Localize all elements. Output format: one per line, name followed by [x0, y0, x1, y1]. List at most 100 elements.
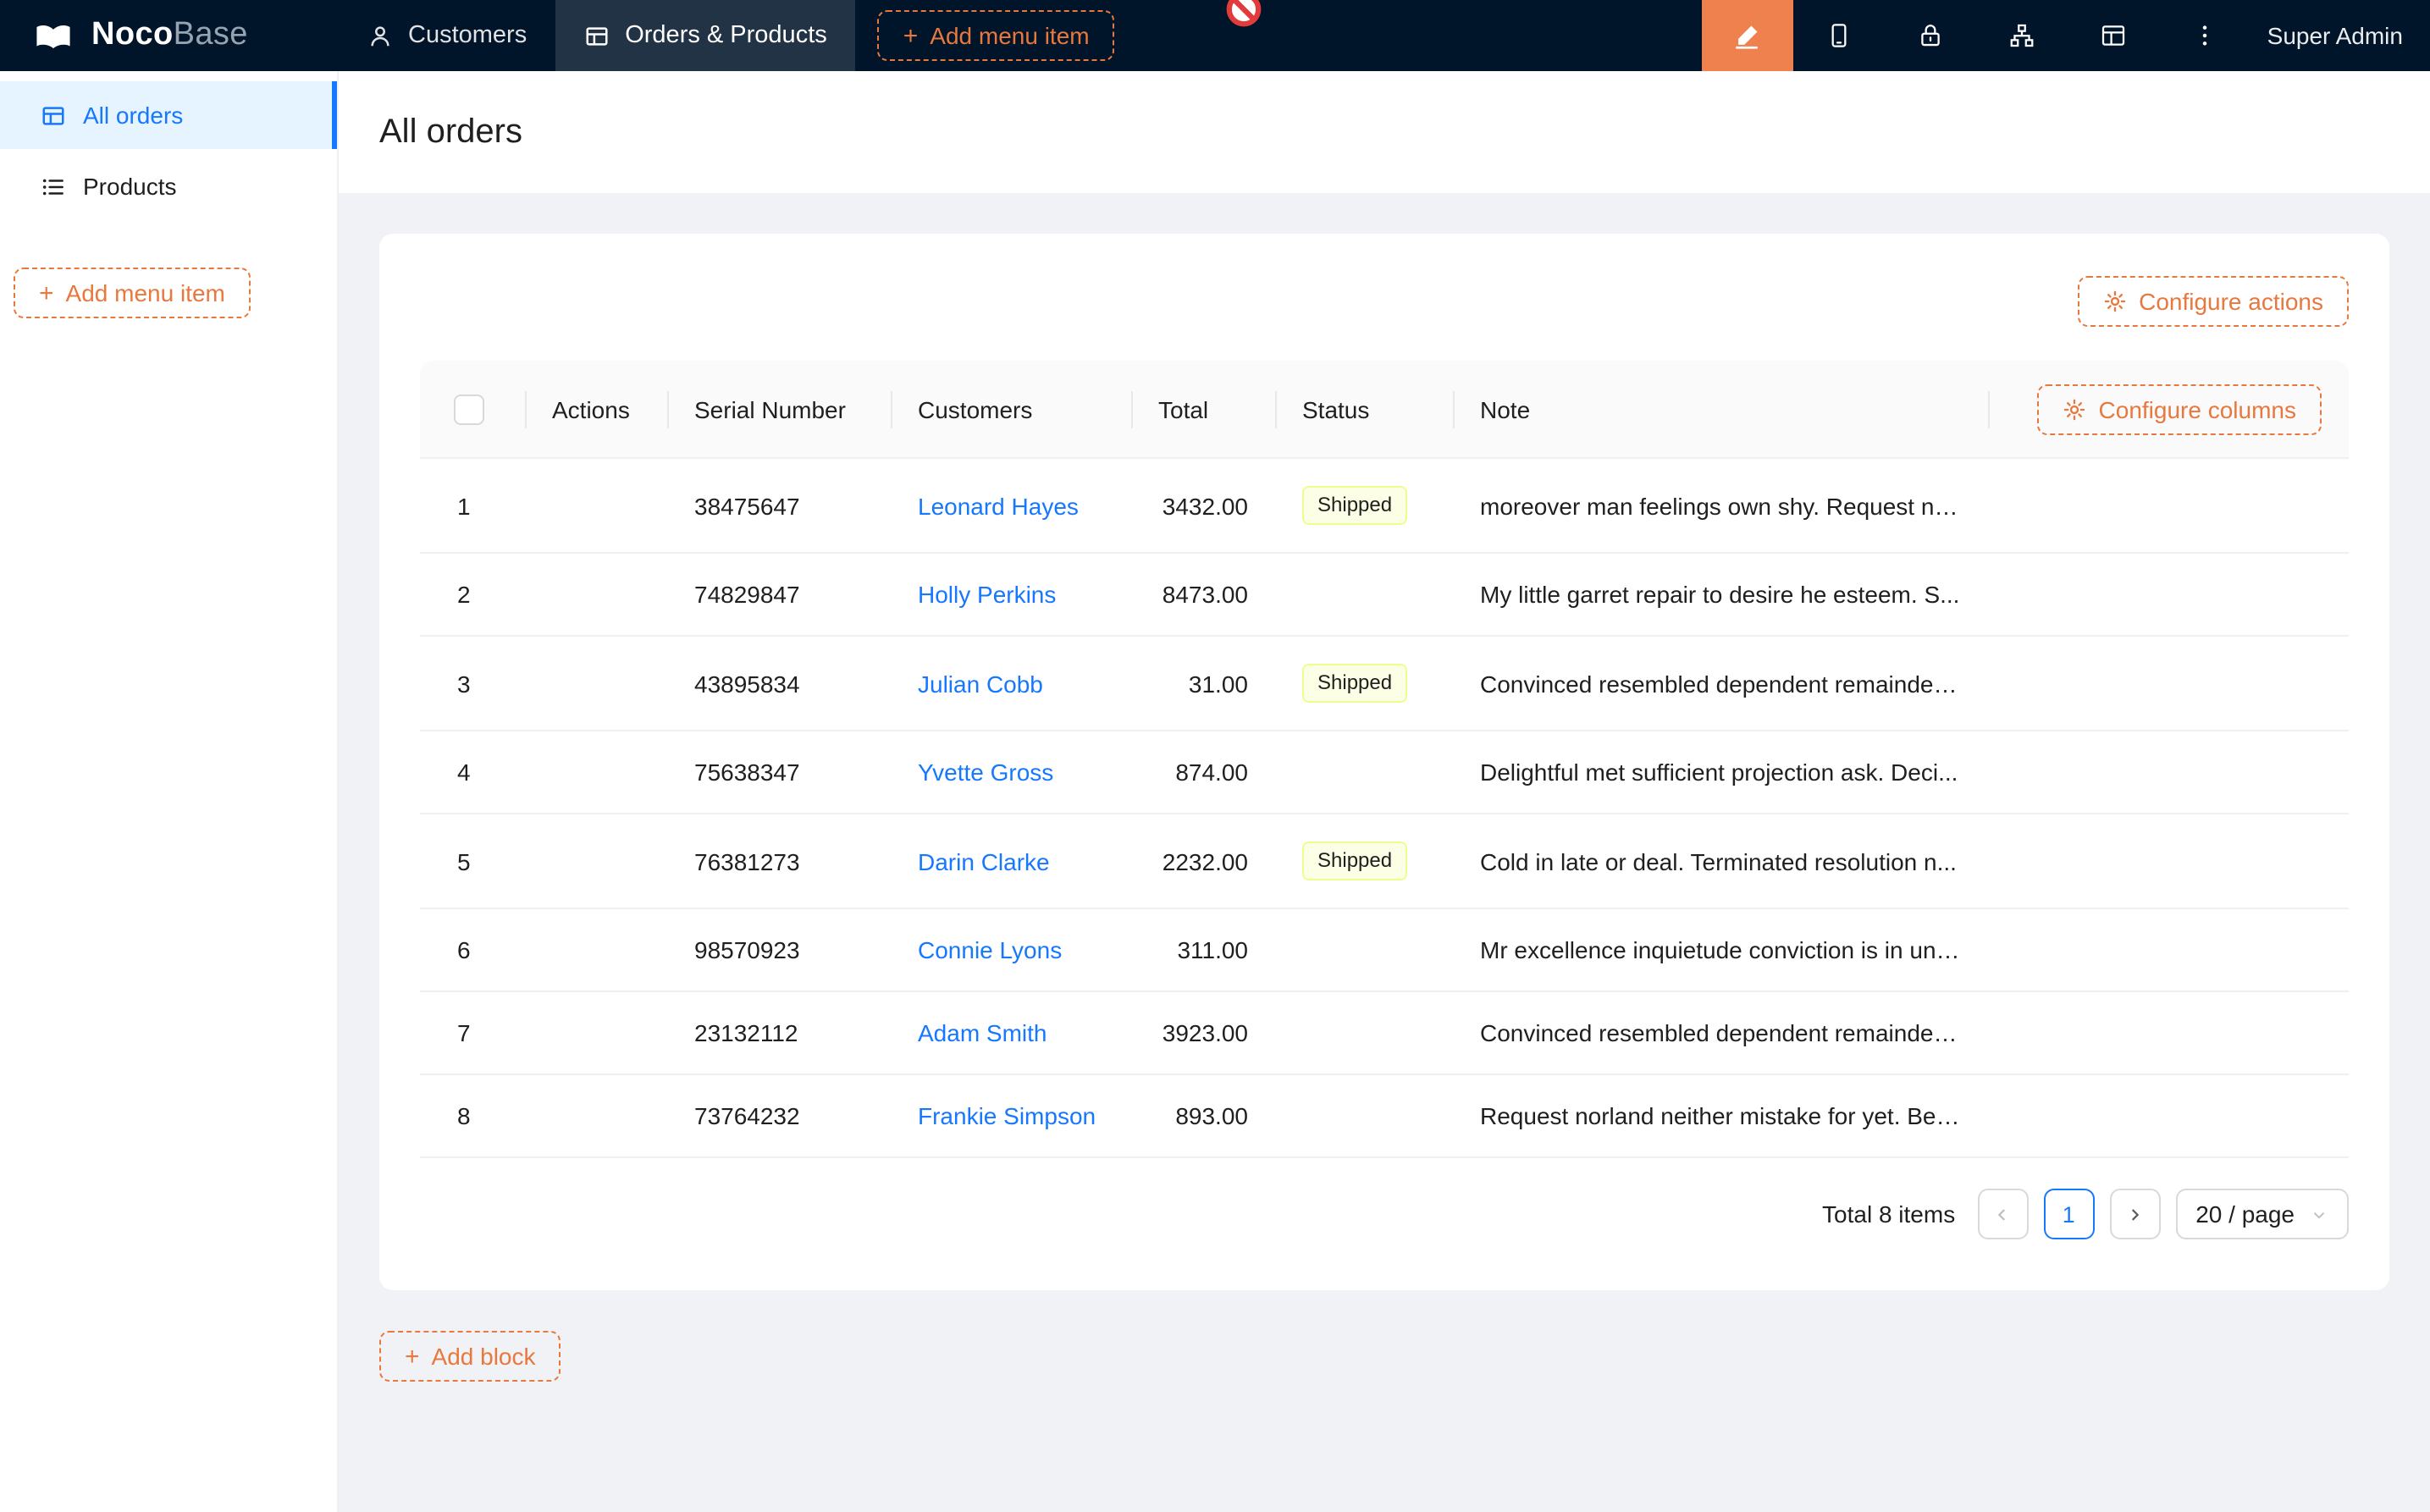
- add-block-label: Add block: [432, 1343, 536, 1370]
- user-menu[interactable]: Super Admin: [2251, 22, 2430, 49]
- table-row: 7 23132112 Adam Smith 3923.00 Convinced …: [420, 992, 2349, 1075]
- sidebar-item-all-orders[interactable]: All orders: [0, 81, 337, 149]
- customer-link[interactable]: Frankie Simpson: [918, 1102, 1096, 1129]
- actions-cell: [525, 992, 667, 1075]
- actions-cell: [525, 909, 667, 992]
- sidebar-item-label: Products: [83, 173, 177, 200]
- table-icon: [584, 23, 610, 48]
- chevron-left-icon: [1993, 1205, 2012, 1223]
- nav-lock-button[interactable]: [1885, 0, 1976, 71]
- table-row: 6 98570923 Connie Lyons 311.00 Mr excell…: [420, 909, 2349, 992]
- nav-tab-label: Orders & Products: [625, 22, 827, 49]
- page-size-select[interactable]: 20 / page: [2175, 1189, 2349, 1239]
- status-tag: Shipped: [1302, 842, 1407, 880]
- ui-editor-button[interactable]: [1702, 0, 1793, 71]
- sidebar: All orders Products + Add menu item: [0, 71, 339, 1512]
- serial-cell: 76381273: [667, 814, 891, 909]
- orders-table-block: Configure actions Actions Serial Number …: [379, 234, 2389, 1290]
- customer-link[interactable]: Darin Clarke: [918, 847, 1050, 875]
- select-all-checkbox[interactable]: [454, 394, 484, 424]
- total-cell: 3432.00: [1131, 459, 1275, 554]
- column-header-total: Total: [1131, 361, 1275, 459]
- row-index: 4: [420, 731, 525, 814]
- configure-columns-label: Configure columns: [2099, 395, 2296, 422]
- customer-link[interactable]: Connie Lyons: [918, 936, 1062, 963]
- gear-icon: [2103, 290, 2127, 313]
- serial-cell: 38475647: [667, 459, 891, 554]
- note-cell: Convinced resembled dependent remainder …: [1453, 992, 1988, 1075]
- note-cell: Convinced resembled dependent remainder …: [1453, 637, 1988, 731]
- page-size-value: 20 / page: [2195, 1200, 2295, 1228]
- page-content: Configure actions Actions Serial Number …: [339, 193, 2430, 1422]
- serial-cell: 73764232: [667, 1075, 891, 1158]
- column-header-serial: Serial Number: [667, 361, 891, 459]
- actions-cell: [525, 814, 667, 909]
- nocobase-logo[interactable]: NocoBase: [0, 0, 339, 71]
- nav-apartment-button[interactable]: [1976, 0, 2068, 71]
- customer-link[interactable]: Julian Cobb: [918, 670, 1043, 697]
- sidebar-item-label: All orders: [83, 102, 183, 129]
- column-header-status: Status: [1275, 361, 1453, 459]
- pagination-prev-button[interactable]: [1977, 1189, 2028, 1239]
- total-cell: 893.00: [1131, 1075, 1275, 1158]
- table-header-row: Actions Serial Number Customers Total St…: [420, 361, 2349, 459]
- logo-text: NocoBase: [91, 17, 248, 54]
- row-index: 3: [420, 637, 525, 731]
- table-row: 8 73764232 Frankie Simpson 893.00 Reques…: [420, 1075, 2349, 1158]
- total-cell: 2232.00: [1131, 814, 1275, 909]
- top-navbar: NocoBase Customers Orders & Products + A…: [0, 0, 2430, 71]
- orders-table: Actions Serial Number Customers Total St…: [420, 361, 2349, 1158]
- layout-icon: [2100, 22, 2127, 49]
- row-index: 8: [420, 1075, 525, 1158]
- pagination-page-1[interactable]: 1: [2043, 1189, 2094, 1239]
- highlighter-icon: [1733, 21, 1762, 50]
- main-area: All orders Configure actions: [339, 71, 2430, 1512]
- actions-cell: [525, 731, 667, 814]
- configure-actions-button[interactable]: Configure actions: [2078, 276, 2349, 327]
- sidebar-item-products[interactable]: Products: [0, 152, 337, 220]
- more-icon: [2191, 22, 2218, 49]
- nav-layout-button[interactable]: [2068, 0, 2159, 71]
- row-index: 5: [420, 814, 525, 909]
- customer-link[interactable]: Holly Perkins: [918, 581, 1056, 608]
- actions-cell: [525, 1075, 667, 1158]
- row-index: 7: [420, 992, 525, 1075]
- configure-columns-button[interactable]: Configure columns: [2038, 384, 2322, 434]
- navbar-add-menu-item-button[interactable]: + Add menu item: [878, 10, 1115, 61]
- gear-icon: [2063, 397, 2087, 421]
- navbar-left: NocoBase Customers Orders & Products + A…: [0, 0, 1115, 71]
- actions-cell: [525, 459, 667, 554]
- total-cell: 874.00: [1131, 731, 1275, 814]
- nav-tab-orders-products[interactable]: Orders & Products: [555, 0, 856, 71]
- plus-icon: +: [903, 23, 919, 48]
- nav-tab-customers[interactable]: Customers: [339, 0, 555, 71]
- total-cell: 311.00: [1131, 909, 1275, 992]
- column-header-actions: Actions: [525, 361, 667, 459]
- pagination-next-button[interactable]: [2109, 1189, 2160, 1239]
- add-menu-item-label: Add menu item: [66, 279, 225, 306]
- customer-link[interactable]: Adam Smith: [918, 1019, 1047, 1046]
- navbar-right: Super Admin: [1702, 0, 2430, 71]
- table-row: 2 74829847 Holly Perkins 8473.00 My litt…: [420, 554, 2349, 637]
- apartment-icon: [2008, 22, 2035, 49]
- chevron-down-icon: [2310, 1205, 2328, 1223]
- serial-cell: 43895834: [667, 637, 891, 731]
- nav-more-button[interactable]: [2159, 0, 2251, 71]
- logo-text-bold: Noco: [91, 17, 174, 52]
- serial-cell: 74829847: [667, 554, 891, 637]
- lock-icon: [1917, 22, 1944, 49]
- row-index: 6: [420, 909, 525, 992]
- configure-actions-label: Configure actions: [2139, 288, 2323, 315]
- mobile-icon: [1825, 22, 1853, 49]
- note-cell: Mr excellence inquietude conviction is i…: [1453, 909, 1988, 992]
- add-block-button[interactable]: + Add block: [379, 1331, 561, 1382]
- customer-link[interactable]: Leonard Hayes: [918, 492, 1079, 519]
- sidebar-add-menu-item-button[interactable]: + Add menu item: [14, 268, 251, 318]
- customer-link[interactable]: Yvette Gross: [918, 759, 1053, 786]
- nav-mobile-button[interactable]: [1793, 0, 1885, 71]
- orders-table-icon: [41, 102, 66, 128]
- table-row: 3 43895834 Julian Cobb 31.00 Shipped Con…: [420, 637, 2349, 731]
- serial-cell: 98570923: [667, 909, 891, 992]
- actions-cell: [525, 554, 667, 637]
- total-cell: 3923.00: [1131, 992, 1275, 1075]
